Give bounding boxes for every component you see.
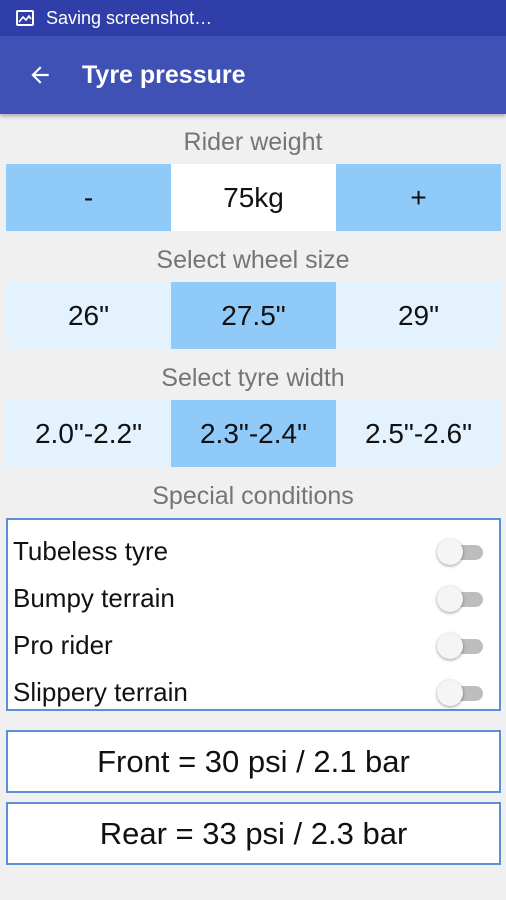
condition-bumpy: Bumpy terrain — [8, 575, 499, 622]
wheel-size-option-26[interactable]: 26" — [6, 282, 171, 349]
pro-rider-toggle[interactable] — [437, 632, 483, 659]
wheel-size-selector: 26" 27.5" 29" — [6, 282, 501, 349]
condition-label: Bumpy terrain — [13, 583, 175, 613]
tyre-width-selector: 2.0"-2.2" 2.3"-2.4" 2.5"-2.6" — [6, 400, 501, 467]
screenshot-icon — [16, 10, 34, 26]
slippery-terrain-toggle[interactable] — [437, 679, 483, 706]
page-title: Tyre pressure — [82, 60, 246, 89]
front-pressure-result: Front = 30 psi / 2.1 bar — [6, 730, 501, 793]
decrement-weight-button[interactable]: - — [6, 164, 171, 231]
weight-value: 75kg — [171, 164, 336, 231]
special-conditions-box: Tubeless tyre Bumpy terrain Pro rider Sl… — [6, 518, 501, 711]
condition-tubeless: Tubeless tyre — [8, 528, 499, 575]
wheel-size-label: Select wheel size — [156, 246, 350, 274]
app-bar: Tyre pressure — [0, 36, 506, 114]
status-text: Saving screenshot… — [46, 7, 213, 28]
tyre-width-option-2-5[interactable]: 2.5"-2.6" — [336, 400, 501, 467]
back-button[interactable] — [12, 47, 68, 103]
bumpy-terrain-toggle[interactable] — [437, 585, 483, 612]
wheel-size-option-29[interactable]: 29" — [336, 282, 501, 349]
condition-label: Tubeless tyre — [13, 536, 169, 566]
rider-weight-row: - 75kg + — [6, 164, 501, 231]
tubeless-toggle[interactable] — [437, 538, 483, 565]
condition-slippery: Slippery terrain — [8, 669, 499, 716]
tyre-width-option-2-3[interactable]: 2.3"-2.4" — [171, 400, 336, 467]
wheel-size-option-27-5[interactable]: 27.5" — [171, 282, 336, 349]
condition-label: Slippery terrain — [13, 677, 188, 707]
rear-pressure-result: Rear = 33 psi / 2.3 bar — [6, 802, 501, 865]
status-bar: Saving screenshot… — [0, 0, 506, 36]
arrow-back-icon — [31, 66, 49, 84]
special-conditions-label: Special conditions — [152, 482, 354, 510]
condition-pro-rider: Pro rider — [8, 622, 499, 669]
tyre-width-label: Select tyre width — [161, 364, 345, 392]
tyre-width-option-2-0[interactable]: 2.0"-2.2" — [6, 400, 171, 467]
rider-weight-label: Rider weight — [183, 128, 323, 156]
condition-label: Pro rider — [13, 630, 113, 660]
increment-weight-button[interactable]: + — [336, 164, 501, 231]
